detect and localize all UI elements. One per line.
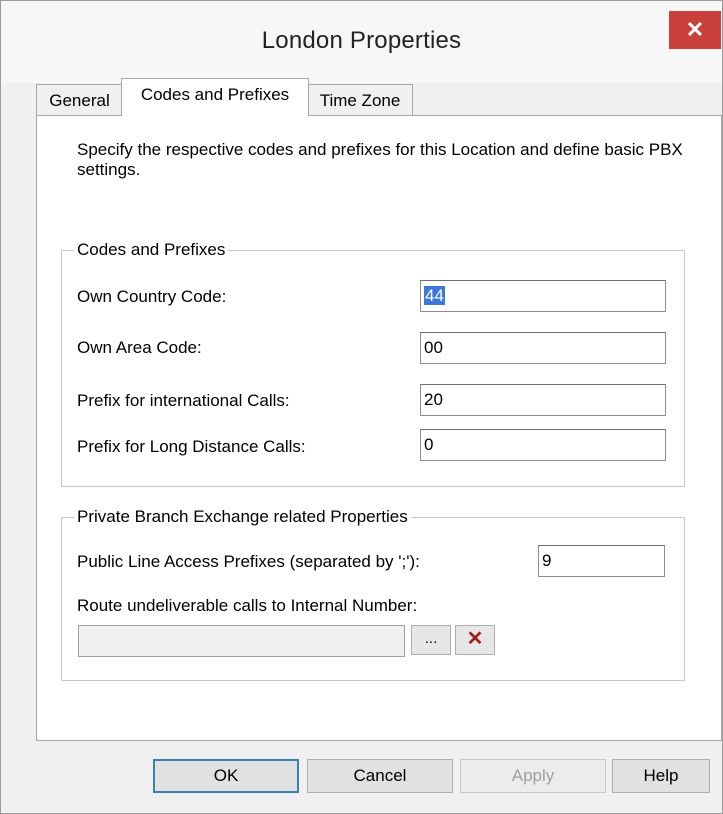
dialog-title: London Properties [261,27,462,54]
close-icon: ✕ [685,17,705,42]
prefix-long-distance-label: Prefix for Long Distance Calls: [77,437,306,456]
own-area-code-label: Own Area Code: [77,338,202,357]
help-button[interactable]: Help [612,759,710,793]
route-undeliverable-label: Route undeliverable calls to Internal Nu… [77,596,418,615]
prefix-long-distance-field[interactable]: 0 [420,429,666,461]
close-button[interactable]: ✕ [669,11,721,49]
tab-time-zone[interactable]: Time Zone [307,84,413,116]
own-country-code-label: Own Country Code: [77,287,227,306]
public-line-access-label: Public Line Access Prefixes (separated b… [77,552,420,571]
browse-button[interactable]: ... [411,625,451,655]
route-undeliverable-field[interactable] [78,625,405,657]
clear-icon: ✕ [466,628,484,650]
tab-codes-and-prefixes[interactable]: Codes and Prefixes [121,78,309,116]
ok-button[interactable]: OK [153,759,299,793]
prefix-international-label: Prefix for international Calls: [77,391,290,410]
public-line-access-field[interactable]: 9 [538,545,665,577]
title-bar[interactable]: London Properties ✕ [1,1,722,83]
codes-prefixes-group-label: Codes and Prefixes [74,240,229,260]
own-country-code-value: 44 [424,286,445,305]
own-country-code-field[interactable]: 44 [420,280,666,312]
apply-button[interactable]: Apply [460,759,606,793]
clear-button[interactable]: ✕ [455,625,495,655]
prefix-international-field[interactable]: 20 [420,384,666,416]
tab-general[interactable]: General [36,84,123,116]
pbx-properties-group-label: Private Branch Exchange related Properti… [74,507,411,527]
cancel-button[interactable]: Cancel [307,759,453,793]
own-area-code-field[interactable]: 00 [420,332,666,364]
description-text: Specify the respective codes and prefixe… [77,140,683,179]
